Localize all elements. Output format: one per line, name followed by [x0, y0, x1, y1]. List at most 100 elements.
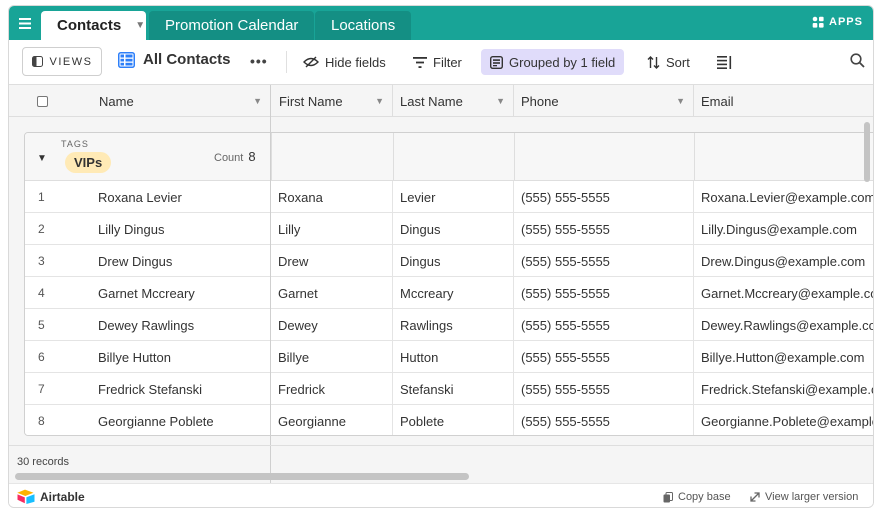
- cell-first-name[interactable]: Dewey: [271, 309, 393, 341]
- table-row[interactable]: 8 Georgianne Poblete Georgianne Poblete …: [25, 405, 873, 435]
- cell-first-name[interactable]: Billye: [271, 341, 393, 373]
- group-count: Count 8: [214, 149, 256, 164]
- cell-last-name[interactable]: Hutton: [393, 341, 514, 373]
- cell-first-name[interactable]: Fredrick: [271, 373, 393, 405]
- cell-last-name[interactable]: Dingus: [393, 245, 514, 277]
- cell-first-name[interactable]: Garnet: [271, 277, 393, 309]
- table-row[interactable]: 7 Fredrick Stefanski Fredrick Stefanski …: [25, 373, 873, 405]
- toolbar-divider: [286, 51, 287, 73]
- chevron-down-icon[interactable]: ▼: [253, 96, 262, 106]
- table-row[interactable]: 2 Lilly Dingus Lilly Dingus (555) 555-55…: [25, 213, 873, 245]
- cell-email[interactable]: Lilly.Dingus@example.com: [694, 213, 873, 245]
- column-header-last-name[interactable]: Last Name ▼: [393, 85, 514, 117]
- group-tag-chip: VIPs: [65, 152, 112, 173]
- cell-last-name[interactable]: Rawlings: [393, 309, 514, 341]
- views-button[interactable]: VIEWS: [22, 47, 102, 76]
- cell-phone[interactable]: (555) 555-5555: [514, 277, 694, 309]
- apps-button[interactable]: APPS: [812, 16, 863, 28]
- column-header-phone[interactable]: Phone ▼: [514, 85, 694, 117]
- view-switcher[interactable]: All Contacts: [118, 51, 231, 68]
- group-header[interactable]: ▼ TAGS VIPs Count 8: [25, 133, 873, 181]
- search-icon[interactable]: [850, 53, 865, 71]
- cell-name[interactable]: Garnet Mccreary: [89, 277, 271, 309]
- cell-last-name[interactable]: Stefanski: [393, 373, 514, 405]
- cell-name[interactable]: Roxana Levier: [89, 181, 271, 213]
- tab-locations[interactable]: Locations: [315, 11, 412, 40]
- chevron-down-icon[interactable]: ▼: [375, 96, 384, 106]
- airtable-logo-icon: [17, 489, 35, 504]
- cell-email[interactable]: Georgianne.Poblete@example.com: [694, 405, 873, 435]
- filter-button[interactable]: Filter: [407, 49, 468, 75]
- table-row[interactable]: 4 Garnet Mccreary Garnet Mccreary (555) …: [25, 277, 873, 309]
- table-row[interactable]: 5 Dewey Rawlings Dewey Rawlings (555) 55…: [25, 309, 873, 341]
- row-number: 7: [38, 382, 45, 396]
- sort-button[interactable]: Sort: [641, 49, 696, 75]
- cell-email[interactable]: Billye.Hutton@example.com: [694, 341, 873, 373]
- cell-name[interactable]: Billye Hutton: [89, 341, 271, 373]
- hide-fields-button[interactable]: Hide fields: [297, 49, 392, 75]
- cell-last-name[interactable]: Levier: [393, 181, 514, 213]
- row-number: 4: [38, 286, 45, 300]
- cell-phone[interactable]: (555) 555-5555: [514, 245, 694, 277]
- hide-fields-icon: [303, 56, 319, 68]
- column-header-email[interactable]: Email: [694, 85, 873, 117]
- cell-phone[interactable]: (555) 555-5555: [514, 341, 694, 373]
- cell-phone[interactable]: (555) 555-5555: [514, 373, 694, 405]
- collapse-triangle-icon[interactable]: ▼: [37, 153, 47, 164]
- cell-last-name[interactable]: Poblete: [393, 405, 514, 435]
- row-number: 3: [38, 254, 45, 268]
- tab-promotion-calendar[interactable]: Promotion Calendar: [149, 11, 315, 40]
- chevron-down-icon[interactable]: ▼: [676, 96, 685, 106]
- cell-last-name[interactable]: Dingus: [393, 213, 514, 245]
- divider: [694, 133, 695, 181]
- group-icon: [490, 55, 503, 69]
- cell-first-name[interactable]: Drew: [271, 245, 393, 277]
- cell-name[interactable]: Georgianne Poblete: [89, 405, 271, 435]
- cell-first-name[interactable]: Georgianne: [271, 405, 393, 435]
- vertical-scrollbar[interactable]: [864, 122, 870, 182]
- row-number: 6: [38, 350, 45, 364]
- cell-first-name[interactable]: Roxana: [271, 181, 393, 213]
- menu-icon[interactable]: [9, 6, 41, 40]
- records-grid: Name ▼ First Name ▼ Last Name ▼ Phone ▼ …: [9, 85, 873, 483]
- horizontal-scrollbar[interactable]: [15, 473, 469, 480]
- cell-phone[interactable]: (555) 555-5555: [514, 213, 694, 245]
- chevron-down-icon[interactable]: ▼: [135, 20, 145, 31]
- cell-phone[interactable]: (555) 555-5555: [514, 405, 694, 435]
- cell-last-name[interactable]: Mccreary: [393, 277, 514, 309]
- copy-base-label: Copy base: [678, 491, 731, 503]
- view-larger-link[interactable]: View larger version: [750, 491, 858, 503]
- apps-label: APPS: [829, 16, 863, 28]
- cell-email[interactable]: Drew.Dingus@example.com: [694, 245, 873, 277]
- row-number: 1: [38, 190, 45, 204]
- select-all-checkbox[interactable]: [37, 95, 48, 107]
- chevron-down-icon[interactable]: ▼: [496, 96, 505, 106]
- column-header-name[interactable]: Name ▼: [88, 85, 271, 117]
- airtable-logo[interactable]: Airtable: [17, 489, 85, 504]
- row-height-button[interactable]: [711, 49, 738, 75]
- sort-label: Sort: [666, 54, 690, 70]
- cell-name[interactable]: Dewey Rawlings: [89, 309, 271, 341]
- cell-email[interactable]: Roxana.Levier@example.com: [694, 181, 873, 213]
- cell-phone[interactable]: (555) 555-5555: [514, 181, 694, 213]
- copy-base-link[interactable]: Copy base: [663, 491, 731, 503]
- cell-first-name[interactable]: Lilly: [271, 213, 393, 245]
- column-header-first-name[interactable]: First Name ▼: [271, 85, 393, 117]
- tab-contacts-label: Contacts: [57, 17, 122, 34]
- row-height-icon: [717, 55, 732, 69]
- cell-email[interactable]: Dewey.Rawlings@example.com: [694, 309, 873, 341]
- table-row[interactable]: 6 Billye Hutton Billye Hutton (555) 555-…: [25, 341, 873, 373]
- record-count: 30 records: [17, 456, 69, 468]
- cell-name[interactable]: Drew Dingus: [89, 245, 271, 277]
- cell-email[interactable]: Garnet.Mccreary@example.com: [694, 277, 873, 309]
- table-row[interactable]: 3 Drew Dingus Drew Dingus (555) 555-5555…: [25, 245, 873, 277]
- cell-email[interactable]: Fredrick.Stefanski@example.com: [694, 373, 873, 405]
- tab-contacts[interactable]: Contacts ▼: [41, 11, 146, 40]
- cell-name[interactable]: Lilly Dingus: [89, 213, 271, 245]
- tab-locations-label: Locations: [331, 17, 396, 34]
- cell-phone[interactable]: (555) 555-5555: [514, 309, 694, 341]
- view-more-menu[interactable]: •••: [250, 53, 268, 69]
- grouped-button[interactable]: Grouped by 1 field: [481, 49, 625, 75]
- cell-name[interactable]: Fredrick Stefanski: [89, 373, 271, 405]
- table-row[interactable]: 1 Roxana Levier Roxana Levier (555) 555-…: [25, 181, 873, 213]
